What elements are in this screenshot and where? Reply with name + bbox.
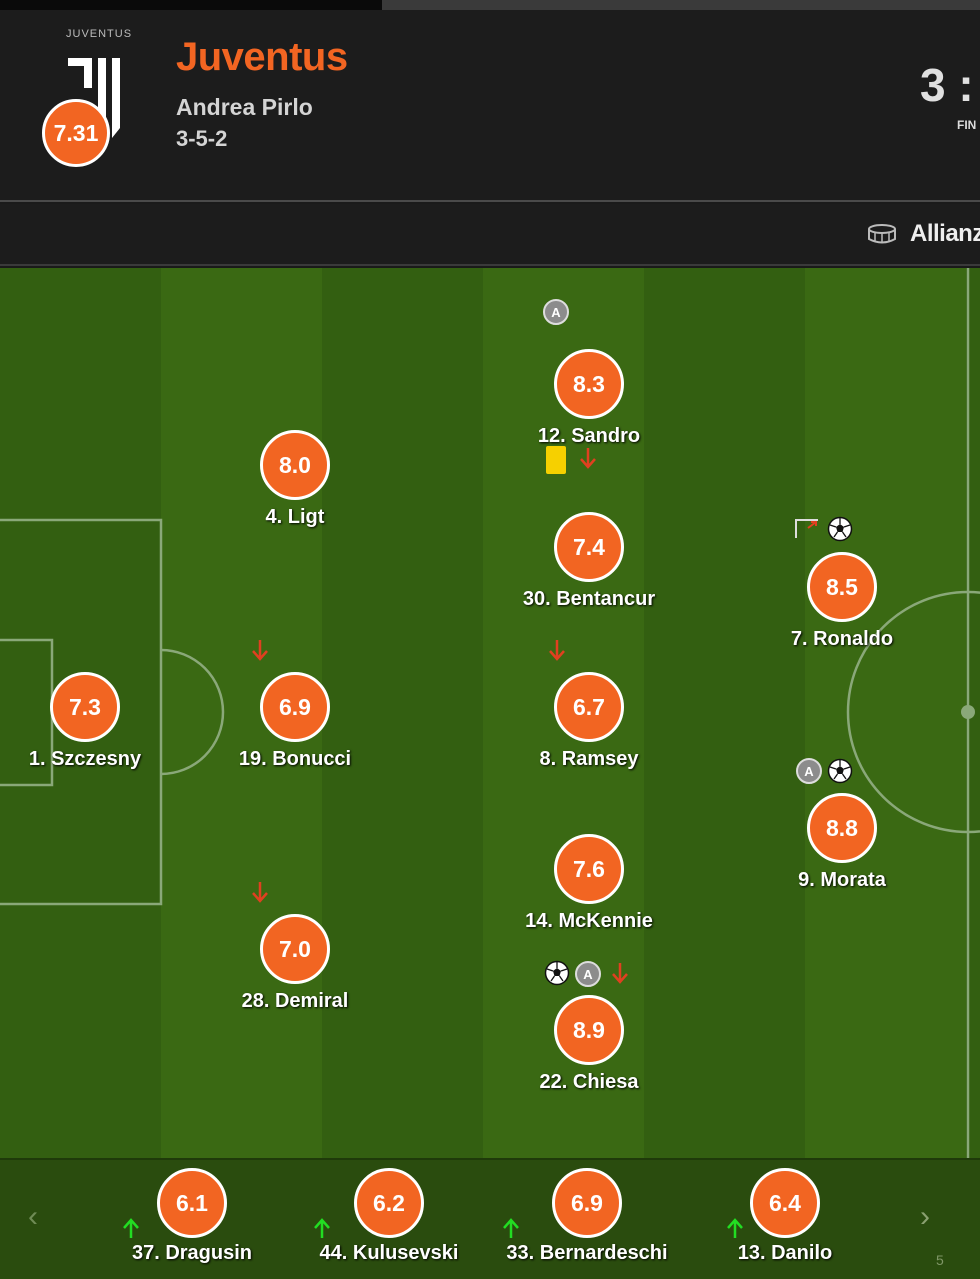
- match-score: 3 :: [920, 59, 974, 111]
- player-card[interactable]: A 8.9 22. Chiesa: [489, 960, 689, 1094]
- goal-ball-icon: [544, 960, 570, 986]
- sub-off-arrow-icon: [252, 640, 268, 661]
- sub-on-arrow-icon: [503, 1218, 519, 1238]
- player-rating: 7.4: [554, 512, 624, 582]
- sub-on-arrow-icon: [314, 1218, 330, 1238]
- pitch: 7.3 1. Szczesny 8.0 4. Ligt 6.9 19. Bonu…: [0, 268, 980, 1158]
- goal-ball-icon: [827, 516, 853, 542]
- assist-icon: A: [796, 758, 822, 784]
- sub-off-arrow-icon: [580, 448, 596, 469]
- player-rating: 8.5: [807, 552, 877, 622]
- event-badges: A: [742, 758, 942, 787]
- sub-off-arrow-icon: [612, 963, 628, 984]
- venue-name[interactable]: Allianz: [910, 220, 980, 248]
- player-card[interactable]: 7.3 1. Szczesny: [0, 672, 185, 771]
- player-card[interactable]: 7.0 28. Demiral: [195, 882, 395, 1013]
- event-badges: A: [489, 299, 689, 343]
- player-card[interactable]: 6.7 8. Ramsey: [489, 640, 689, 771]
- manager-name: Andrea Pirlo: [176, 94, 313, 120]
- player-name: 7. Ronaldo: [790, 628, 894, 650]
- crest-text: JUVENTUS: [66, 28, 133, 40]
- player-rating: 6.1: [157, 1168, 227, 1238]
- header-goal-icon: [795, 519, 818, 538]
- sub-on-arrow-icon: [123, 1218, 139, 1238]
- player-rating: 6.9: [552, 1168, 622, 1238]
- player-card[interactable]: A 8.3 12. Sandro: [489, 299, 689, 448]
- player-name: 30. Bentancur: [522, 588, 656, 610]
- player-rating: 7.0: [260, 914, 330, 984]
- progress-strip: [0, 0, 980, 10]
- assist-icon: A: [575, 961, 601, 987]
- venue-bar: Allianz: [0, 204, 980, 266]
- sub-off-arrow-icon: [549, 640, 565, 661]
- bench-prev-button[interactable]: ‹: [28, 1200, 38, 1234]
- player-name: 14. McKennie: [525, 910, 653, 932]
- bench-page-indicator: 5: [936, 1252, 944, 1268]
- substitute-card[interactable]: 6.2 44. Kulusevski: [289, 1168, 489, 1265]
- player-name: 13. Danilo: [737, 1242, 833, 1264]
- substitute-card[interactable]: 6.1 37. Dragusin: [92, 1168, 292, 1265]
- player-name: 44. Kulusevski: [319, 1242, 459, 1264]
- player-card[interactable]: 8.5 7. Ronaldo: [742, 516, 942, 651]
- player-card[interactable]: A 8.8 9. Morata: [742, 758, 942, 892]
- match-status: FIN: [957, 118, 977, 132]
- goal-ball-icon: [827, 758, 853, 784]
- event-badges: [489, 446, 689, 506]
- player-rating: 6.4: [750, 1168, 820, 1238]
- player-name: 4. Ligt: [265, 506, 325, 528]
- player-name: 8. Ramsey: [539, 748, 639, 770]
- event-badges: [742, 516, 942, 546]
- substitute-card[interactable]: 6.9 33. Bernardeschi: [487, 1168, 687, 1265]
- assist-icon: A: [543, 299, 569, 325]
- team-name[interactable]: Juventus: [176, 35, 348, 80]
- player-rating: 6.9: [260, 672, 330, 742]
- team-header: JUVENTUS 7.31 Juventus Andrea Pirlo 3-5-…: [0, 10, 980, 202]
- player-name: 22. Chiesa: [539, 1071, 639, 1093]
- player-rating: 6.7: [554, 672, 624, 742]
- event-badges: [195, 638, 395, 666]
- player-card[interactable]: 6.9 19. Bonucci: [195, 640, 395, 771]
- event-badges: [195, 880, 395, 908]
- player-name: 9. Morata: [798, 869, 886, 891]
- player-card[interactable]: 7.6 14. McKennie: [489, 834, 689, 933]
- player-rating: 8.9: [554, 995, 624, 1065]
- formation: 3-5-2: [176, 126, 228, 151]
- player-rating: 8.3: [554, 349, 624, 419]
- sub-on-arrow-icon: [727, 1218, 743, 1238]
- player-rating: 8.8: [807, 793, 877, 863]
- player-name: 33. Bernardeschi: [506, 1242, 668, 1264]
- player-name: 28. Demiral: [241, 990, 349, 1012]
- event-badges: A: [489, 960, 689, 989]
- bench-next-button[interactable]: ›: [920, 1200, 930, 1234]
- player-name: 19. Bonucci: [238, 748, 352, 770]
- substitute-card[interactable]: 6.4 13. Danilo: [685, 1168, 885, 1265]
- player-name: 12. Sandro: [537, 425, 641, 447]
- player-rating: 7.6: [554, 834, 624, 904]
- team-rating-badge: 7.31: [42, 99, 110, 167]
- player-name: 1. Szczesny: [28, 748, 142, 770]
- player-rating: 8.0: [260, 430, 330, 500]
- player-rating: 6.2: [354, 1168, 424, 1238]
- player-card[interactable]: 7.4 30. Bentancur: [489, 446, 689, 611]
- sub-off-arrow-icon: [252, 882, 268, 903]
- event-badges: [489, 638, 689, 666]
- player-name: 37. Dragusin: [131, 1242, 253, 1264]
- player-card[interactable]: 8.0 4. Ligt: [195, 430, 395, 529]
- player-rating: 7.3: [50, 672, 120, 742]
- substitutes-bench: ‹ 6.1 37. Dragusin 6.2 44. Kulusevski 6.…: [0, 1158, 980, 1279]
- stadium-icon: [868, 224, 896, 244]
- yellow-card-icon: [546, 446, 566, 474]
- progress-fill: [0, 0, 383, 10]
